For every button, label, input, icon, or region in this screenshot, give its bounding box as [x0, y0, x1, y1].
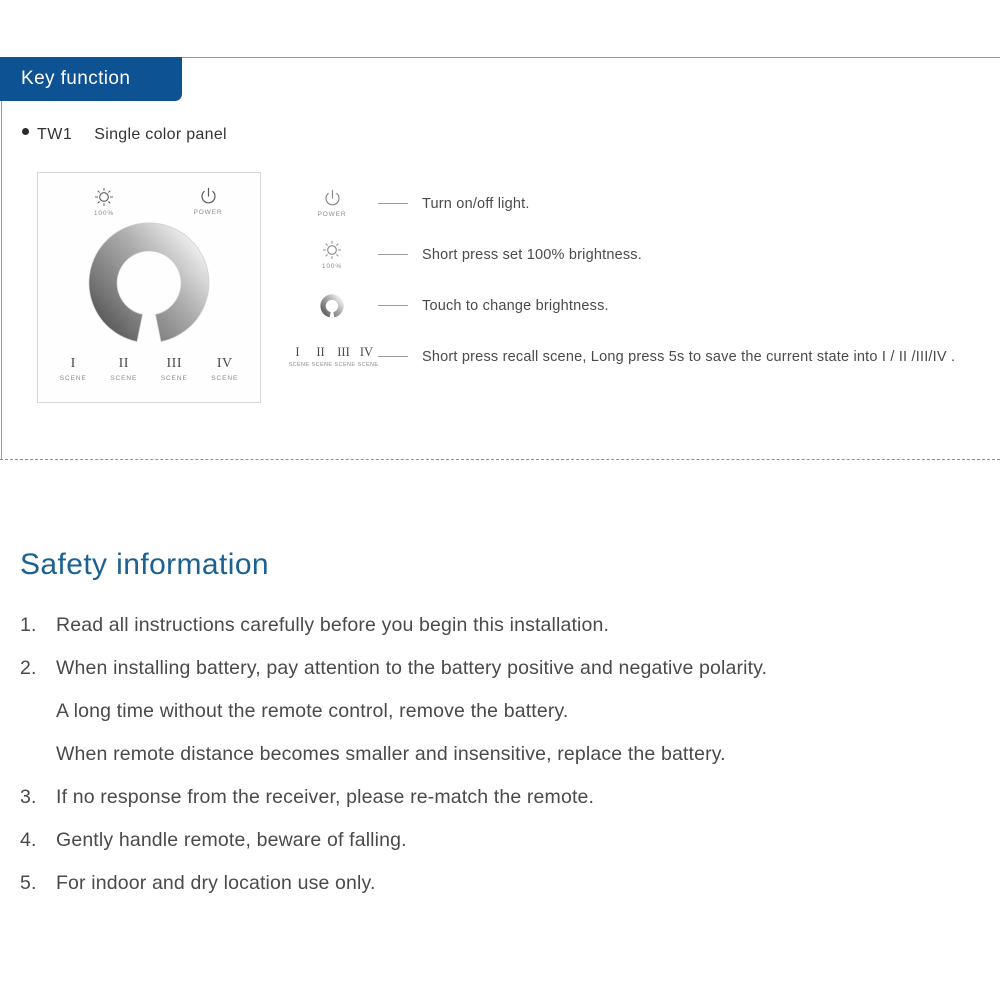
safety-list-subitem: When remote distance becomes smaller and… [20, 733, 980, 776]
legend-scene-icon-group: I SCENE II SCENE III SCENE IV SCENE [286, 345, 379, 368]
legend-scene-number: III [337, 345, 350, 359]
power-icon [200, 187, 216, 204]
safety-item-text: When installing battery, pay attention t… [56, 657, 768, 679]
safety-list-item: 3. If no response from the receiver, ple… [20, 776, 980, 819]
panel-scene-number: I [70, 356, 76, 371]
key-function-legend: POWER Turn on/off light. 100% Short pres… [286, 178, 986, 382]
panel-scene-number: III [166, 356, 182, 371]
legend-power-icon-group: POWER [286, 189, 378, 218]
safety-information-list: 1. Read all instructions carefully befor… [20, 604, 980, 905]
safety-item-text: Gently handle remote, beware of falling. [56, 829, 407, 851]
safety-item-text: Read all instructions carefully before y… [56, 614, 610, 636]
safety-list-item: 4. Gently handle remote, beware of falli… [20, 819, 980, 862]
panel-scene-label: SCENE [110, 375, 138, 382]
legend-scene-label: SCENE [334, 362, 356, 368]
safety-list-subitem: A long time without the remote control, … [20, 690, 980, 733]
panel-brightness-button[interactable]: 100% [82, 187, 126, 217]
legend-ring-icon-group [286, 293, 378, 318]
legend-row-scenes: I SCENE II SCENE III SCENE IV SCENE Shor… [286, 331, 986, 382]
safety-information-title: Safety information [20, 548, 269, 581]
section-dashed-divider [0, 459, 1000, 460]
key-function-tab-label: Key function [21, 68, 131, 89]
legend-row-brightness: 100% Short press set 100% brightness. [286, 229, 986, 280]
legend-scene-item: IV SCENE [357, 345, 379, 368]
legend-dash [378, 254, 408, 255]
touch-panel-illustration: 100% POWER I SCENE II SCENE III SCENE IV… [37, 172, 261, 403]
legend-scene-number: I [295, 345, 300, 359]
legend-scene-label: SCENE [311, 362, 333, 368]
panel-brightness-caption: 100% [93, 210, 115, 217]
legend-row-power: POWER Turn on/off light. [286, 178, 986, 229]
panel-scene-row: I SCENE II SCENE III SCENE IV SCENE [38, 356, 260, 382]
panel-scene-number: IV [216, 356, 233, 371]
safety-list-item: 1. Read all instructions carefully befor… [20, 604, 980, 647]
legend-dash [378, 356, 408, 357]
safety-item-number: 3. [20, 786, 37, 808]
safety-item-number: 5. [20, 872, 37, 894]
bullet-icon [22, 128, 29, 135]
legend-scene-number: IV [359, 345, 374, 359]
legend-scene-label: SCENE [357, 362, 379, 368]
panel-scene-button[interactable]: II SCENE [102, 356, 146, 382]
panel-scene-label: SCENE [211, 375, 239, 382]
safety-item-number: 1. [20, 614, 37, 636]
panel-scene-label: SCENE [160, 375, 188, 382]
legend-dash [378, 305, 408, 306]
legend-scene-label: SCENE [288, 362, 310, 368]
safety-item-text: If no response from the receiver, please… [56, 786, 595, 808]
legend-sun-icon-group: 100% [286, 240, 378, 270]
safety-item-text: A long time without the remote control, … [56, 700, 569, 722]
legend-scene-item: II SCENE [311, 345, 333, 368]
safety-item-number [20, 733, 56, 776]
model-line: TW1 Single color panel [22, 126, 227, 144]
safety-item-text: For indoor and dry location use only. [56, 872, 376, 894]
brightness-ring-icon [320, 293, 344, 317]
legend-scene-item: I SCENE [288, 345, 310, 368]
legend-text-scenes: Short press recall scene, Long press 5s … [422, 348, 956, 365]
safety-item-number: 4. [20, 829, 37, 851]
safety-item-number: 2. [20, 657, 37, 679]
panel-scene-number: II [118, 356, 129, 371]
panel-brightness-ring[interactable] [87, 221, 211, 345]
legend-scene-number: II [316, 345, 325, 359]
legend-dash [378, 203, 408, 204]
legend-scene-row: I SCENE II SCENE III SCENE IV SCENE [288, 345, 379, 368]
panel-power-button[interactable]: POWER [186, 187, 230, 216]
power-icon [324, 189, 340, 206]
panel-scene-button[interactable]: I SCENE [51, 356, 95, 382]
panel-scene-button[interactable]: III SCENE [152, 356, 196, 382]
legend-power-caption: POWER [317, 211, 347, 218]
safety-item-number [20, 690, 56, 733]
safety-list-item: 5. For indoor and dry location use only. [20, 862, 980, 905]
panel-power-caption: POWER [193, 209, 223, 216]
legend-text-brightness: Short press set 100% brightness. [422, 246, 642, 263]
legend-scene-item: III SCENE [334, 345, 356, 368]
legend-row-ring: Touch to change brightness. [286, 280, 986, 331]
legend-text-ring: Touch to change brightness. [422, 297, 609, 314]
panel-scene-label: SCENE [59, 375, 87, 382]
model-description: Single color panel [94, 126, 227, 143]
left-vertical-rule [1, 57, 2, 460]
key-function-tab: Key function [0, 57, 182, 101]
brightness-ring-icon [88, 222, 210, 343]
legend-text-power: Turn on/off light. [422, 195, 530, 212]
safety-list-item: 2. When installing battery, pay attentio… [20, 647, 980, 690]
legend-brightness-caption: 100% [321, 262, 343, 270]
panel-scene-button[interactable]: IV SCENE [203, 356, 247, 382]
safety-item-text: When remote distance becomes smaller and… [56, 743, 726, 765]
sun-icon [322, 240, 342, 259]
model-code: TW1 [37, 126, 73, 143]
sun-icon [94, 187, 114, 207]
